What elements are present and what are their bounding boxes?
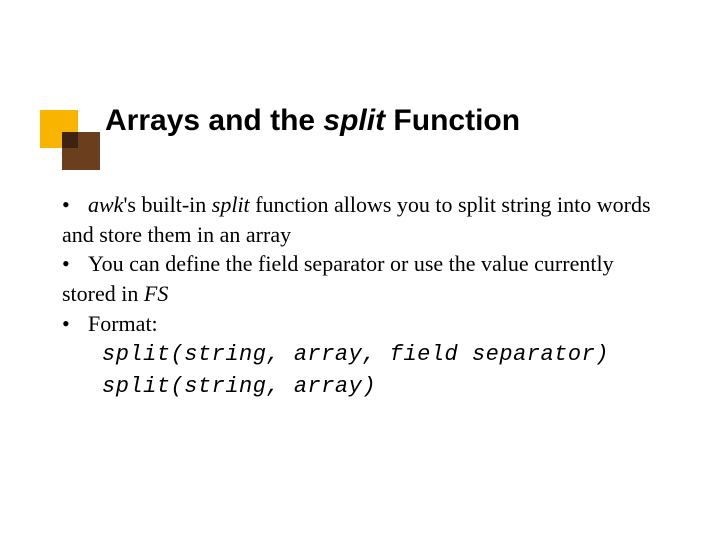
bullet-dot: • bbox=[62, 190, 88, 220]
bullet-dot: • bbox=[62, 309, 88, 339]
bullet-2-fs: FS bbox=[144, 281, 168, 306]
code-line-2-text: split(string, array) bbox=[102, 374, 376, 399]
bullet-1-split: split bbox=[212, 192, 250, 217]
bullet-1: •awk's built-in split function allows yo… bbox=[62, 190, 668, 249]
title-pre: Arrays and the bbox=[105, 104, 323, 137]
code-line-1: split(string, array, field separator) bbox=[102, 338, 668, 370]
code-line-1-text: split(string, array, field separator) bbox=[102, 342, 609, 367]
title-em: split bbox=[323, 104, 385, 137]
slide-body: •awk's built-in split function allows yo… bbox=[62, 190, 668, 402]
bullet-2: •You can define the field separator or u… bbox=[62, 249, 668, 308]
slide-title: Arrays and the split Function bbox=[105, 104, 520, 137]
bullet-3-label: Format: bbox=[88, 311, 158, 336]
bullet-3: •Format: bbox=[62, 309, 668, 339]
accent-square-brown-overlay bbox=[62, 132, 78, 148]
bullet-1-rest1: 's built-in bbox=[123, 192, 211, 217]
title-post: Function bbox=[385, 104, 520, 137]
code-line-2: split(string, array) bbox=[102, 370, 668, 402]
bullet-1-awk: awk bbox=[88, 192, 123, 217]
bullet-dot: • bbox=[62, 249, 88, 279]
